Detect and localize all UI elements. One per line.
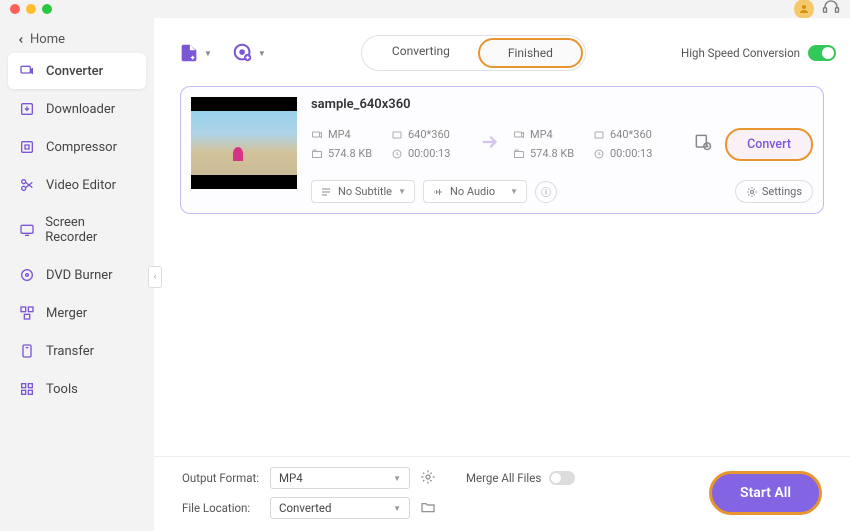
sidebar-collapse-button[interactable]: ‹ (148, 266, 162, 288)
sidebar-item-label: Downloader (46, 102, 115, 117)
sidebar-item-label: Converter (46, 64, 103, 79)
video-thumbnail[interactable] (191, 97, 297, 189)
dst-format: MP4 (513, 128, 589, 141)
merge-toggle[interactable] (549, 471, 575, 485)
sidebar-item-label: Merger (46, 306, 87, 321)
src-format: MP4 (311, 128, 387, 141)
merger-icon (18, 305, 36, 321)
high-speed-label: High Speed Conversion (681, 46, 800, 60)
dst-size: 574.8 KB (513, 147, 589, 160)
sidebar-item-merger[interactable]: Merger (8, 295, 146, 331)
high-speed-toggle[interactable] (808, 45, 836, 61)
compressor-icon (18, 139, 36, 155)
sidebar-item-screen-recorder[interactable]: Screen Recorder (8, 205, 146, 255)
sidebar-item-transfer[interactable]: Transfer (8, 333, 146, 369)
sidebar-item-label: Video Editor (46, 178, 116, 193)
sidebar-item-video-editor[interactable]: Video Editor (8, 167, 146, 203)
subtitle-selector[interactable]: No Subtitle ▼ (311, 180, 415, 203)
footer: Output Format: MP4▼ File Location: Conve… (154, 456, 850, 531)
tab-converting[interactable]: Converting (364, 38, 478, 68)
transfer-icon (18, 343, 36, 359)
sidebar-item-compressor[interactable]: Compressor (8, 129, 146, 165)
file-location-select[interactable]: Converted▼ (270, 497, 410, 519)
add-dvd-button[interactable]: ▼ (232, 42, 266, 64)
output-settings-icon[interactable] (420, 469, 436, 488)
window-minimize-button[interactable] (26, 4, 36, 14)
file-location-label: File Location: (182, 501, 260, 515)
home-link[interactable]: Home (8, 26, 146, 53)
tab-segmented-control: Converting Finished (361, 35, 586, 71)
converter-icon (18, 63, 36, 79)
convert-button[interactable]: Convert (725, 128, 813, 161)
sidebar-item-dvd-burner[interactable]: DVD Burner (8, 257, 146, 293)
sidebar-item-tools[interactable]: Tools (8, 371, 146, 407)
merge-label: Merge All Files (466, 471, 541, 485)
tools-icon (18, 381, 36, 397)
output-format-label: Output Format: (182, 471, 260, 485)
toolbar: ▼ ▼ Converting Finished High Speed Conve… (168, 28, 836, 78)
sidebar-item-converter[interactable]: Converter (8, 53, 146, 89)
sidebar-item-downloader[interactable]: Downloader (8, 91, 146, 127)
tab-finished[interactable]: Finished (478, 38, 583, 68)
sidebar-item-label: DVD Burner (46, 268, 113, 283)
audio-selector[interactable]: No Audio ▼ (423, 180, 527, 203)
caret-down-icon: ▼ (258, 49, 266, 58)
video-editor-icon (18, 177, 36, 193)
window-close-button[interactable] (10, 4, 20, 14)
downloader-icon (18, 101, 36, 117)
dvd-burner-icon (18, 267, 36, 283)
info-button[interactable]: ⓘ (535, 181, 557, 203)
home-label: Home (30, 32, 65, 47)
output-preset-button[interactable] (693, 132, 713, 156)
caret-down-icon: ▼ (204, 49, 212, 58)
screen-recorder-icon (18, 222, 35, 238)
sidebar-item-label: Compressor (46, 140, 117, 155)
output-format-select[interactable]: MP4▼ (270, 467, 410, 489)
main-layout: Home Converter Downloader Compressor Vid… (0, 18, 850, 531)
settings-button[interactable]: Settings (735, 180, 813, 203)
src-duration: 00:00:13 (391, 147, 467, 160)
sidebar-item-label: Tools (46, 382, 78, 397)
support-icon[interactable] (822, 0, 840, 20)
dst-resolution: 640*360 (593, 128, 669, 141)
file-title: sample_640x360 (311, 97, 813, 112)
window-maximize-button[interactable] (42, 4, 52, 14)
content-area: ▼ ▼ Converting Finished High Speed Conve… (154, 18, 850, 531)
user-avatar[interactable] (794, 0, 814, 19)
arrow-icon (471, 131, 509, 158)
start-all-button[interactable]: Start All (709, 471, 822, 515)
open-folder-icon[interactable] (420, 499, 436, 518)
sidebar-item-label: Screen Recorder (45, 215, 136, 245)
src-size: 574.8 KB (311, 147, 387, 160)
sidebar-item-label: Transfer (46, 344, 94, 359)
add-file-button[interactable]: ▼ (178, 42, 212, 64)
dst-duration: 00:00:13 (593, 147, 669, 160)
src-resolution: 640*360 (391, 128, 467, 141)
file-card: sample_640x360 MP4 574.8 KB 640*360 00:0… (180, 86, 824, 214)
window-titlebar (0, 0, 850, 18)
sidebar: Home Converter Downloader Compressor Vid… (0, 18, 154, 531)
